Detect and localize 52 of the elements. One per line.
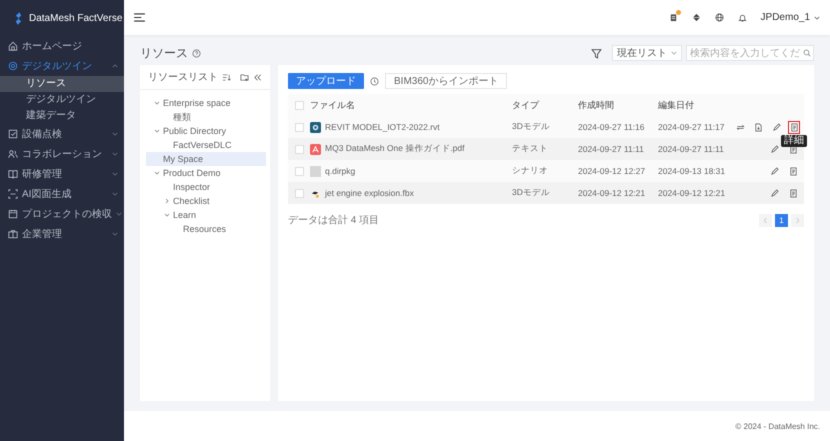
column-header[interactable]: ファイル名 (310, 98, 512, 112)
tree-node[interactable]: Product Demo (146, 166, 266, 180)
sidebar-item[interactable]: 設備点検 (0, 124, 124, 144)
upload-button[interactable]: アップロード (288, 73, 364, 89)
panel-title: リソースリスト (148, 71, 218, 84)
sidebar-subitem[interactable]: 建築データ (0, 108, 124, 124)
tree-node[interactable]: Inspector (146, 180, 266, 194)
table-cell-text: テキスト (512, 143, 549, 155)
column-header[interactable]: タイプ (512, 98, 578, 112)
scope-dropdown[interactable]: 現在リスト (612, 45, 682, 61)
column-header[interactable]: 作成時間 (578, 98, 658, 112)
sidebar-item[interactable]: 企業管理 (0, 224, 124, 244)
table-cell-text: 3Dモデル (512, 187, 551, 199)
sidebar-item[interactable]: プロジェクトの検収 (0, 204, 124, 224)
table-cell-text: 2024-09-12 12:27 (578, 166, 646, 176)
sidebar-item[interactable]: デジタルツイン (0, 56, 124, 76)
table-cell-text: 2024-09-27 11:16 (578, 122, 646, 132)
tree-node[interactable]: Enterprise space (146, 96, 266, 110)
table-cell-text: 3Dモデル (512, 121, 551, 133)
table-cell-text: 2024-09-13 18:31 (658, 166, 726, 176)
tree-node[interactable]: Public Directory (146, 124, 266, 138)
file-name[interactable]: MQ3 DataMesh One 操作ガイド.pdf (325, 143, 464, 155)
sidebar-item[interactable]: ホームページ (0, 36, 124, 56)
tree-node[interactable]: My Space (146, 152, 266, 166)
table-cell-text: 2024-09-12 12:21 (658, 188, 726, 198)
file-name[interactable]: REVIT MODEL_IOT2-2022.rvt (325, 122, 440, 132)
tree-node[interactable]: FactVerseDLC (146, 138, 266, 152)
sidebar-subitem[interactable]: デジタルツイン (0, 92, 124, 108)
user-name[interactable]: JPDemo_1 (760, 12, 810, 23)
table-cell-text: シナリオ (512, 165, 549, 177)
sidebar-item[interactable]: AI図面生成 (0, 184, 124, 204)
file-name[interactable]: q.dirpkg (325, 166, 356, 176)
import-button[interactable]: BIM360からインポート (385, 73, 508, 89)
sidebar-subitem[interactable]: リソース (0, 76, 124, 92)
tooltip: 詳細 (781, 134, 807, 147)
tree-node[interactable]: 種類 (146, 110, 266, 124)
page-title: リソース (140, 44, 188, 62)
sidebar-item[interactable]: コラボレーション (0, 144, 124, 164)
table-cell-text: 2024-09-27 11:17 (658, 122, 726, 132)
total-count: データは合計 4 項目 (288, 214, 380, 227)
table-cell-text: 2024-09-27 11:11 (578, 144, 645, 154)
tree-node[interactable]: Checklist (146, 194, 266, 208)
file-name[interactable]: jet engine explosion.fbx (325, 188, 414, 198)
table-cell-text: 2024-09-27 11:11 (658, 144, 725, 154)
tree-node[interactable]: Resources (146, 222, 266, 236)
copyright: © 2024 - DataMesh Inc. (735, 422, 820, 430)
table-cell-text: 2024-09-12 12:21 (578, 188, 646, 198)
page-button[interactable]: 1 (775, 214, 788, 226)
column-header[interactable]: 編集日付 (658, 98, 734, 112)
tree-node[interactable]: Learn (146, 208, 266, 222)
sidebar-item[interactable]: 研修管理 (0, 164, 124, 184)
brand-name: DataMesh FactVerse (29, 12, 122, 24)
